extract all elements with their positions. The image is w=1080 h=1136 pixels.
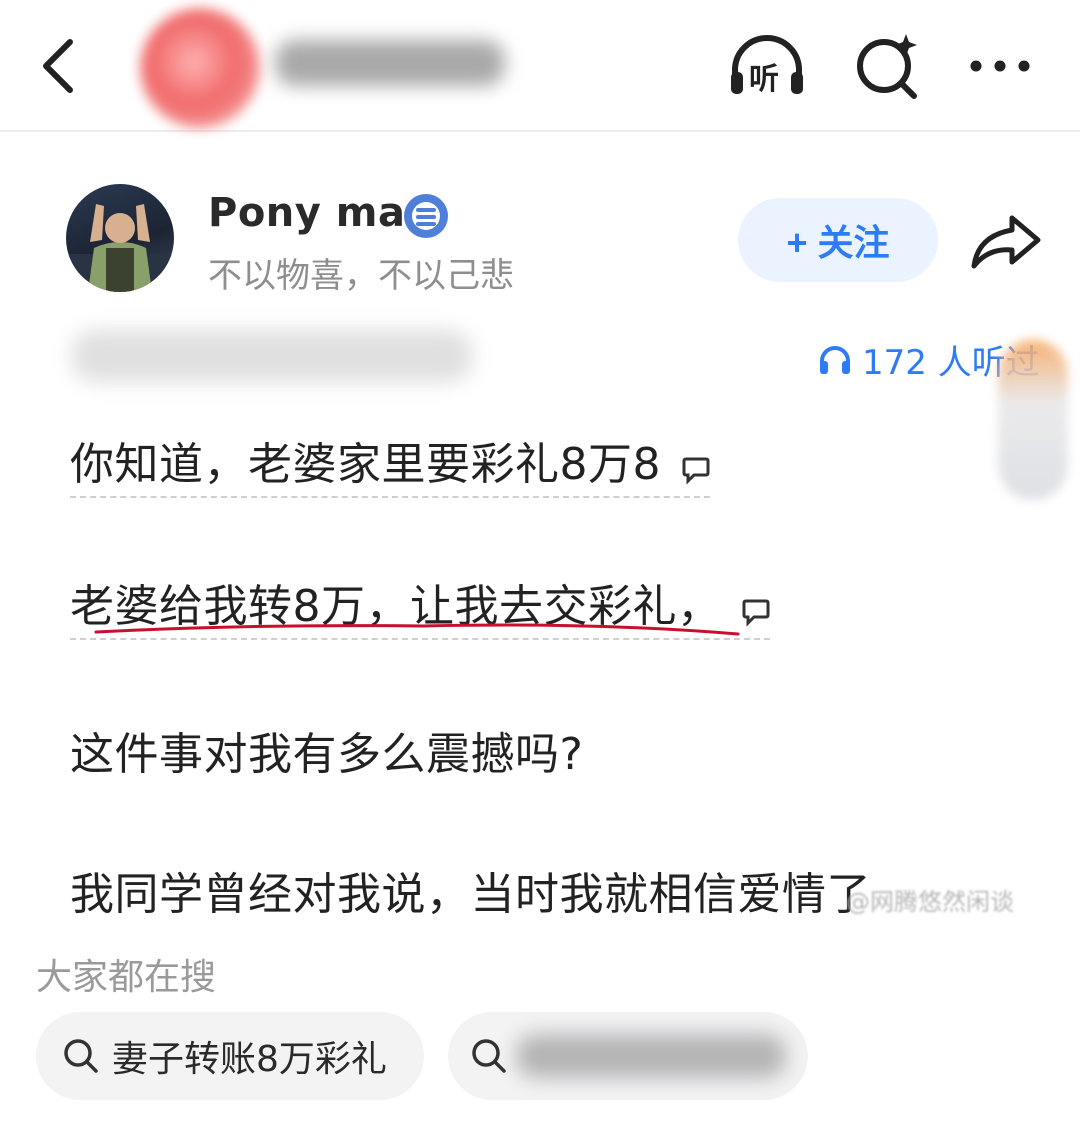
watermark: @网腾悠然闲谈 xyxy=(846,888,1014,916)
comment-bubble-icon[interactable] xyxy=(742,597,770,627)
paragraph-1-text: 你知道，老婆家里要彩礼8万8 xyxy=(70,439,661,490)
paragraph-3[interactable]: 这件事对我有多么震撼吗? xyxy=(70,718,583,782)
search-chip-blurred[interactable] xyxy=(448,1012,808,1100)
verified-badge-icon xyxy=(404,194,448,238)
handdrawn-red-underline xyxy=(94,623,740,636)
search-icon xyxy=(472,1039,506,1073)
share-arrow-icon xyxy=(971,215,1041,269)
paragraph-1[interactable]: 你知道，老婆家里要彩礼8万8 xyxy=(70,428,710,498)
listen-label: 听 xyxy=(749,62,779,97)
ai-search-icon xyxy=(857,34,917,99)
verified-badge xyxy=(402,192,450,240)
paragraph-4[interactable]: 我同学曾经对我说，当时我就相信爱情了 xyxy=(70,858,871,922)
search-chip[interactable]: 妻子转账8万彩礼 xyxy=(36,1012,424,1100)
comment-bubble-icon[interactable] xyxy=(682,455,710,485)
share-button[interactable] xyxy=(968,210,1044,274)
more-button[interactable] xyxy=(960,30,1044,100)
listen-button[interactable]: 听 xyxy=(725,30,809,100)
top-bar: 听 xyxy=(0,0,1080,132)
blurred-publish-info xyxy=(72,330,472,382)
author-name[interactable]: Pony ma xyxy=(208,190,405,236)
back-button[interactable] xyxy=(30,30,90,100)
follow-button[interactable]: + 关注 xyxy=(738,198,938,282)
author-avatar[interactable] xyxy=(66,184,174,292)
headphones-icon xyxy=(820,345,850,374)
blurred-chip-text xyxy=(516,1034,786,1078)
ai-search-button[interactable] xyxy=(848,30,932,100)
chevron-left-icon xyxy=(43,39,73,93)
blurred-source-avatar[interactable] xyxy=(140,8,260,128)
blurred-source-name[interactable] xyxy=(275,40,505,86)
author-bio: 不以物喜，不以己悲 xyxy=(208,256,514,296)
search-chip-label: 妻子转账8万彩礼 xyxy=(112,1039,387,1080)
trending-search-title: 大家都在搜 xyxy=(36,957,217,998)
search-icon xyxy=(64,1039,98,1073)
more-dots-icon xyxy=(970,60,1030,72)
floating-widget[interactable] xyxy=(998,340,1068,500)
